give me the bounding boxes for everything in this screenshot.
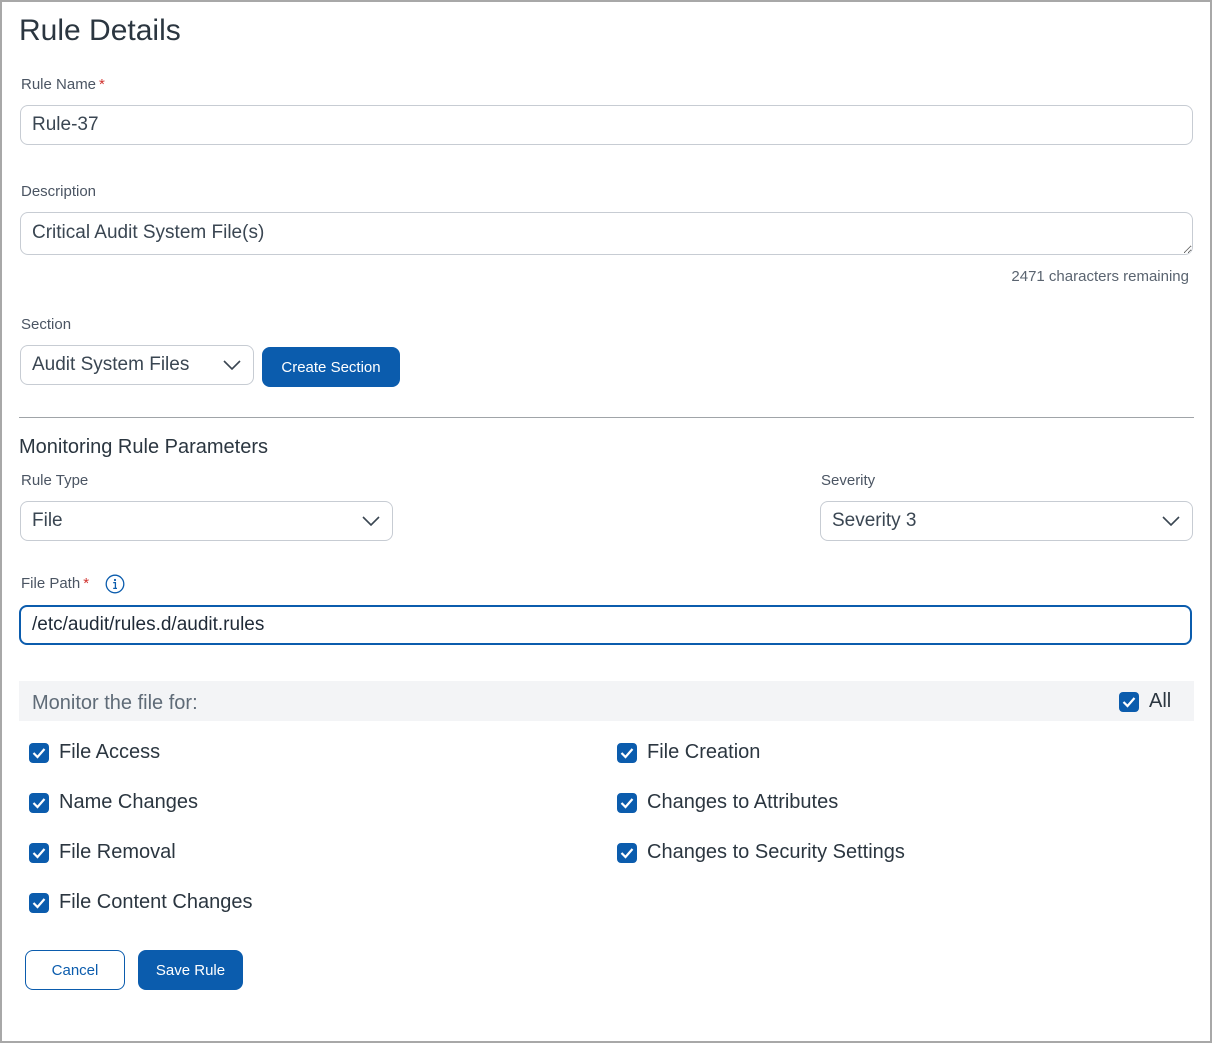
chevron-down-icon [1161,511,1181,531]
checkbox-checked-icon[interactable] [617,842,637,863]
chevron-down-icon [222,355,242,375]
checkbox-file-removal[interactable]: File Removal [29,841,176,864]
rule-type-select[interactable]: File [20,501,393,541]
checkbox-label: File Access [59,741,161,763]
checkbox-checked-icon[interactable] [617,792,637,813]
page-title: Rule Details [19,14,181,47]
section-divider [19,417,1194,418]
section-select[interactable]: Audit System Files [20,345,254,385]
file-path-input[interactable] [19,605,1192,645]
save-rule-button[interactable]: Save Rule [138,950,243,990]
cancel-button[interactable]: Cancel [25,950,125,990]
description-label: Description [21,183,97,200]
file-path-label-text: File Path [21,575,81,592]
description-textarea[interactable]: Critical Audit System File(s) [20,212,1193,255]
checkbox-changes-to-security-settings[interactable]: Changes to Security Settings [617,841,905,864]
checkbox-file-content-changes[interactable]: File Content Changes [29,891,252,914]
file-path-label: File Path * [21,575,89,592]
checkbox-all-label: All [1149,690,1172,712]
rule-type-label: Rule Type [21,472,89,489]
checkbox-label: Changes to Security Settings [647,841,905,863]
required-mark: * [99,76,105,93]
characters-remaining: 2471 characters remaining [1011,268,1189,285]
checkbox-label: File Content Changes [59,891,253,913]
monitor-label: Monitor the file for: [32,692,198,714]
checkbox-label: Changes to Attributes [647,791,839,813]
checkbox-file-creation[interactable]: File Creation [617,741,760,764]
checkbox-checked-icon[interactable] [29,792,49,813]
checkbox-checked-icon[interactable] [29,742,49,763]
severity-label: Severity [821,472,876,489]
severity-selected-value: Severity 3 [832,510,917,531]
chevron-down-icon [361,511,381,531]
checkbox-all[interactable]: All [1119,690,1171,713]
required-mark: * [83,575,90,592]
checkbox-checked-icon[interactable] [617,742,637,763]
checkbox-checked-icon[interactable] [1119,691,1139,712]
create-section-button[interactable]: Create Section [262,347,400,387]
checkbox-label: File Creation [647,741,761,763]
section-selected-value: Audit System Files [32,354,190,375]
monitoring-parameters-heading: Monitoring Rule Parameters [19,436,268,458]
severity-select[interactable]: Severity 3 [820,501,1193,541]
rule-name-label-text: Rule Name [21,76,97,93]
checkbox-name-changes[interactable]: Name Changes [29,791,198,814]
checkbox-label: File Removal [59,841,176,863]
info-icon[interactable] [105,574,125,594]
rule-type-selected-value: File [32,510,63,531]
rule-name-label: Rule Name * [21,76,105,93]
rule-details-panel: Rule Details Rule Name* Description Crit… [0,0,1212,1043]
checkbox-checked-icon[interactable] [29,842,49,863]
checkbox-changes-to-attributes[interactable]: Changes to Attributes [617,791,838,814]
section-label: Section [21,316,72,333]
checkbox-label: Name Changes [59,791,198,813]
rule-name-input[interactable] [20,105,1193,145]
checkbox-file-access[interactable]: File Access [29,741,160,764]
checkbox-checked-icon[interactable] [29,892,49,913]
